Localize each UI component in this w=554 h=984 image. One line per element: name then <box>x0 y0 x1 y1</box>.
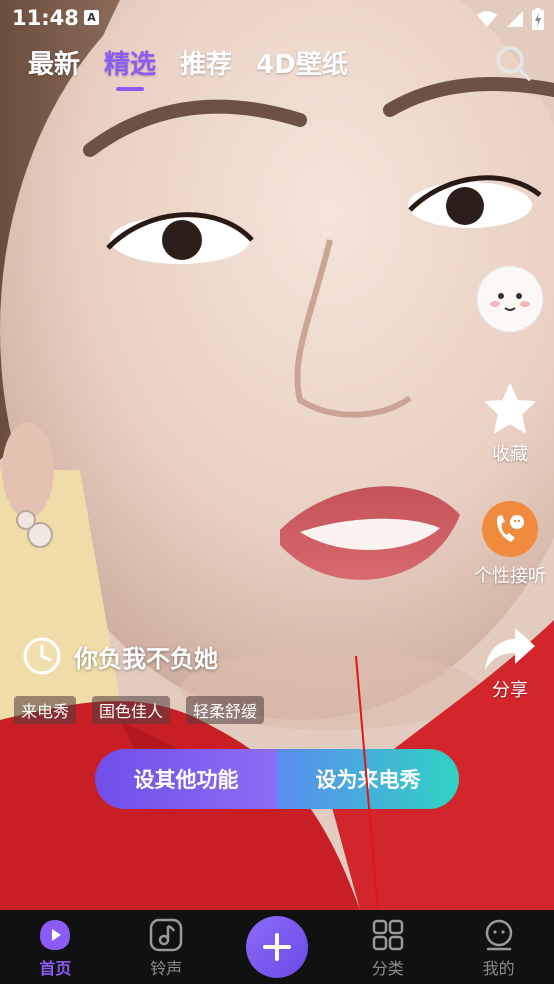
ringback-action[interactable]: 个性接听 <box>474 500 546 588</box>
nav-label-ringtone: 铃声 <box>150 959 183 978</box>
tab-featured[interactable]: 精选 <box>104 44 156 91</box>
status-bar: 11:48 A <box>0 0 554 38</box>
avatar-face-icon <box>480 269 540 329</box>
battery-charging-icon <box>532 8 544 30</box>
nav-label-profile: 我的 <box>482 959 515 978</box>
tag-list: 来电秀 国色佳人 轻柔舒缓 <box>14 696 265 724</box>
avatar[interactable] <box>477 266 543 332</box>
tag-item[interactable]: 轻柔舒缓 <box>186 696 265 724</box>
nav-item-category[interactable]: 分类 <box>332 910 443 984</box>
grid-icon <box>372 919 404 951</box>
video-title-row: 你负我不负她 <box>22 636 218 676</box>
share-action[interactable]: 分享 <box>476 624 544 702</box>
share-label: 分享 <box>492 680 528 701</box>
set-call-show-button[interactable]: 设为来电秀 <box>277 749 459 809</box>
ringback-phone-icon[interactable] <box>481 500 539 558</box>
plus-icon <box>262 933 291 961</box>
tab-4d-wallpaper[interactable]: 4D壁纸 <box>256 44 348 81</box>
nav-item-ringtone[interactable]: 铃声 <box>111 910 222 984</box>
status-time: 11:48 <box>12 6 79 30</box>
cellular-signal-icon <box>507 11 523 27</box>
uploader-avatar-group <box>476 266 544 332</box>
bottom-nav-bar: 首页 铃声 分类 我的 <box>0 910 554 984</box>
star-icon[interactable] <box>482 382 538 436</box>
favorite-label: 收藏 <box>492 444 528 465</box>
wifi-icon <box>477 11 497 27</box>
tag-item[interactable]: 来电秀 <box>14 696 77 724</box>
music-note-icon <box>149 918 183 952</box>
tab-latest[interactable]: 最新 <box>28 44 80 81</box>
tag-item[interactable]: 国色佳人 <box>92 696 171 724</box>
nav-item-home[interactable]: 首页 <box>0 910 111 984</box>
nav-item-create[interactable] <box>222 910 333 984</box>
search-icon[interactable] <box>494 44 532 82</box>
top-tab-bar: 最新 精选 推荐 4D壁纸 <box>28 44 348 91</box>
clock-icon <box>23 637 61 675</box>
nav-item-profile[interactable]: 我的 <box>443 910 554 984</box>
home-play-icon <box>40 920 71 950</box>
status-icons <box>476 8 544 30</box>
video-title: 你负我不负她 <box>74 644 218 673</box>
share-arrow-icon[interactable] <box>483 624 537 672</box>
favorite-action[interactable]: 收藏 <box>476 382 544 466</box>
nav-label-home: 首页 <box>39 959 72 978</box>
nav-label-category: 分类 <box>371 959 404 978</box>
tab-recommended[interactable]: 推荐 <box>180 44 232 81</box>
set-other-function-button[interactable]: 设其他功能 <box>95 749 277 809</box>
profile-icon <box>485 919 512 951</box>
notification-a-icon: A <box>84 10 99 25</box>
ringback-label: 个性接听 <box>474 566 546 587</box>
create-button[interactable] <box>245 916 308 978</box>
action-button-group: 设其他功能 设为来电秀 <box>95 749 459 809</box>
